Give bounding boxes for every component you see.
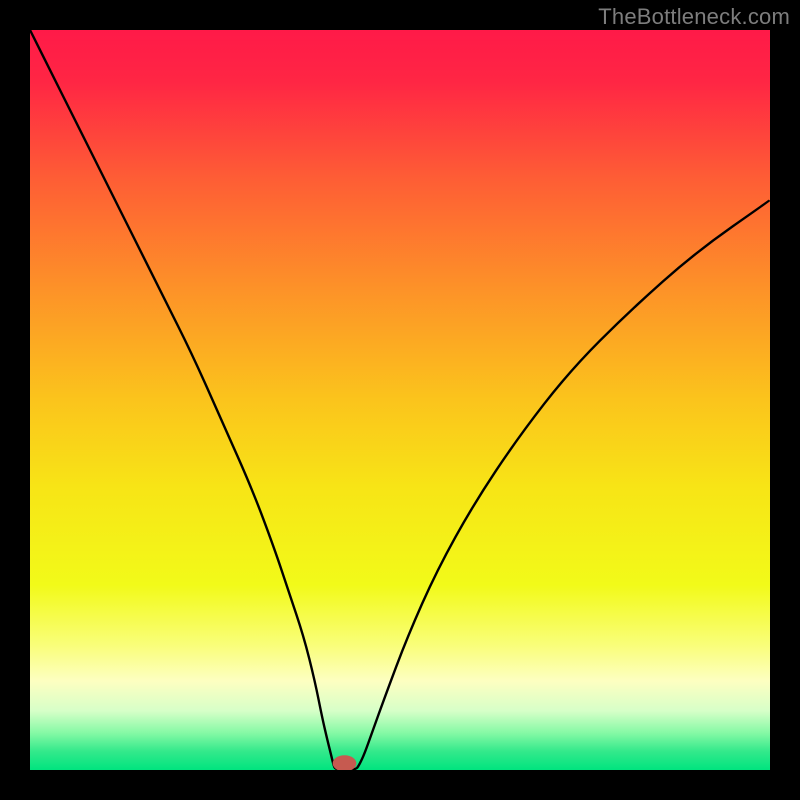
chart-svg (30, 30, 770, 770)
watermark-text: TheBottleneck.com (598, 4, 790, 30)
plot-area (30, 30, 770, 770)
chart-frame: TheBottleneck.com (0, 0, 800, 800)
